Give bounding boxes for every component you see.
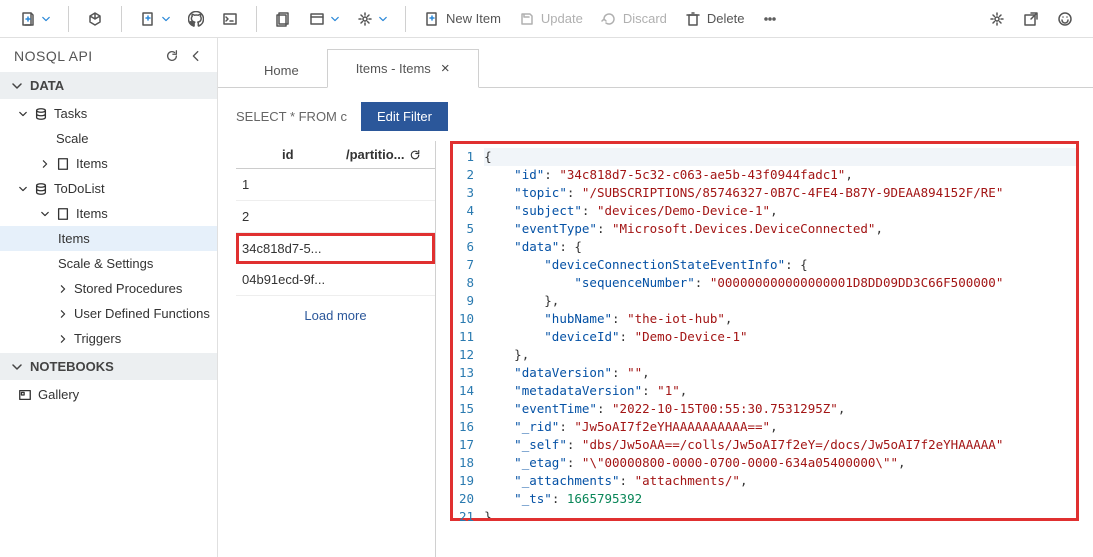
item-list: id /partitio... 1234c818d7-5...04b91ecd-…	[236, 141, 436, 557]
item-row[interactable]: 34c818d7-5...	[236, 233, 435, 264]
database-icon	[34, 182, 48, 196]
edit-filter-button[interactable]: Edit Filter	[361, 102, 448, 131]
delete-label: Delete	[707, 11, 745, 26]
tree-stored-procedures[interactable]: Stored Procedures	[0, 276, 217, 301]
item-row[interactable]: 04b91ecd-9f...	[236, 264, 435, 296]
col-id[interactable]: id	[240, 147, 336, 162]
gallery-icon	[18, 388, 32, 402]
item-list-header: id /partitio...	[236, 141, 435, 169]
tab-items[interactable]: Items - Items×	[327, 49, 479, 88]
sidebar: NOSQL API DATA Tasks Scale Items ToDoLis…	[0, 38, 218, 557]
top-toolbar: New Item Update Discard Delete	[0, 0, 1093, 38]
col-partition[interactable]: /partitio...	[336, 147, 432, 162]
tree-tasks[interactable]: Tasks	[0, 101, 217, 126]
new-item-label: New Item	[446, 11, 501, 26]
data-tree: Tasks Scale Items ToDoList Items Items S…	[0, 99, 217, 353]
container-icon	[56, 207, 70, 221]
container-icon	[56, 157, 70, 171]
tab-close-icon[interactable]: ×	[441, 60, 450, 77]
section-data-label: DATA	[30, 78, 64, 93]
new-doc-dropdown[interactable]	[12, 6, 58, 32]
tree-udf[interactable]: User Defined Functions	[0, 301, 217, 326]
tree-triggers[interactable]: Triggers	[0, 326, 217, 351]
tree-scale-settings[interactable]: Scale & Settings	[0, 251, 217, 276]
doc-plus-icon[interactable]	[132, 6, 178, 32]
gear-dropdown-icon[interactable]	[349, 6, 395, 32]
delete-button[interactable]: Delete	[677, 6, 753, 32]
update-label: Update	[541, 11, 583, 26]
section-data[interactable]: DATA	[0, 72, 217, 99]
new-item-button[interactable]: New Item	[416, 6, 509, 32]
query-bar: SELECT * FROM c Edit Filter	[218, 88, 1093, 141]
discard-label: Discard	[623, 11, 667, 26]
chevron-down-icon	[12, 81, 22, 91]
terminal-icon[interactable]	[214, 6, 246, 32]
query-text: SELECT * FROM c	[236, 109, 347, 124]
feedback-icon[interactable]	[1049, 6, 1081, 32]
cube-icon[interactable]	[79, 6, 111, 32]
update-button[interactable]: Update	[511, 6, 591, 32]
tree-gallery[interactable]: Gallery	[0, 382, 217, 407]
content-area: Home Items - Items× SELECT * FROM c Edit…	[218, 38, 1093, 557]
tree-items-leaf[interactable]: Items	[0, 226, 217, 251]
settings-icon[interactable]	[981, 6, 1013, 32]
tree-todolist[interactable]: ToDoList	[0, 176, 217, 201]
tree-scale[interactable]: Scale	[0, 126, 217, 151]
json-code[interactable]: { "id": "34c818d7-5c32-c063-ae5b-43f0944…	[484, 144, 1076, 518]
section-notebooks-label: NOTEBOOKS	[30, 359, 114, 374]
more-icon[interactable]	[754, 6, 786, 32]
database-icon	[34, 107, 48, 121]
refresh-icon[interactable]	[165, 49, 179, 63]
discard-button[interactable]: Discard	[593, 6, 675, 32]
chevron-down-icon	[12, 362, 22, 372]
tree-items-todo[interactable]: Items	[0, 201, 217, 226]
collapse-icon[interactable]	[189, 49, 203, 63]
json-editor: 123456789101112131415161718192021 { "id"…	[444, 141, 1079, 557]
section-notebooks[interactable]: NOTEBOOKS	[0, 353, 217, 380]
api-title: NOSQL API	[14, 48, 155, 64]
tree-items-tasks[interactable]: Items	[0, 151, 217, 176]
browser-dropdown-icon[interactable]	[301, 6, 347, 32]
item-row[interactable]: 1	[236, 169, 435, 201]
save-all-icon[interactable]	[267, 6, 299, 32]
line-gutter: 123456789101112131415161718192021	[453, 144, 484, 518]
refresh-icon[interactable]	[409, 149, 421, 161]
popout-icon[interactable]	[1015, 6, 1047, 32]
load-more-link[interactable]: Load more	[236, 296, 435, 335]
tabs: Home Items - Items×	[218, 38, 1093, 88]
github-icon[interactable]	[180, 6, 212, 32]
item-row[interactable]: 2	[236, 201, 435, 233]
tab-home[interactable]: Home	[236, 53, 327, 88]
